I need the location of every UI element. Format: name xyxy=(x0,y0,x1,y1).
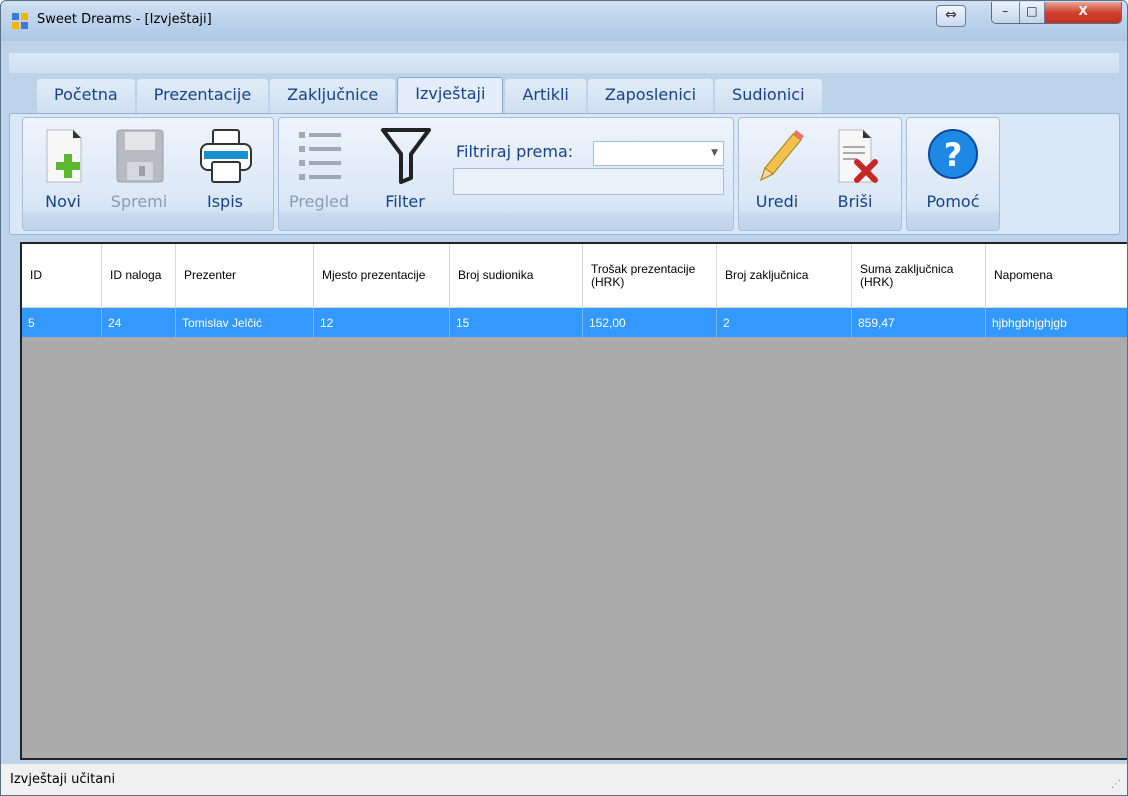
tab-prezentacije[interactable]: Prezentacije xyxy=(136,79,269,113)
column-header-order-id[interactable]: ID naloga xyxy=(102,244,176,308)
new-document-icon xyxy=(33,124,93,188)
help-button[interactable]: ? Pomoć xyxy=(923,124,983,220)
column-header-note[interactable]: Napomena xyxy=(986,244,1127,308)
window-controls: – □ X xyxy=(991,2,1122,24)
column-header-location[interactable]: Mjesto prezentacije xyxy=(314,244,450,308)
main-window: Sweet Dreams - [Izvještaji] ⇔ – □ X Poče… xyxy=(0,0,1128,796)
cell-id[interactable]: 5 xyxy=(22,308,102,337)
print-button-label: Ispis xyxy=(207,192,243,211)
tab-pocetna[interactable]: Početna xyxy=(37,79,135,113)
reports-grid[interactable]: ID ID naloga Prezenter Mjesto prezentaci… xyxy=(20,242,1127,760)
cell-contracts-count[interactable]: 2 xyxy=(717,308,852,337)
preview-button-label: Pregled xyxy=(289,192,350,211)
tab-zakljucnice[interactable]: Zaključnice xyxy=(270,79,396,113)
delete-button-label: Briši xyxy=(837,192,873,211)
delete-document-icon xyxy=(825,124,885,188)
maximize-button[interactable]: □ xyxy=(1019,2,1046,23)
cell-location[interactable]: 12 xyxy=(314,308,450,337)
window-title: Sweet Dreams - [Izvještaji] xyxy=(37,12,212,27)
status-text: Izvještaji učitani xyxy=(10,772,116,787)
list-icon xyxy=(289,124,349,188)
cell-contracts-sum[interactable]: 859,47 xyxy=(852,308,986,337)
printer-icon xyxy=(195,124,255,188)
chevron-down-icon[interactable]: ▼ xyxy=(711,148,718,158)
print-button[interactable]: Ispis xyxy=(195,124,255,220)
close-button[interactable]: X xyxy=(1045,2,1121,23)
save-button[interactable]: Spremi xyxy=(109,124,169,220)
new-button[interactable]: Novi xyxy=(33,124,93,220)
cell-cost[interactable]: 152,00 xyxy=(583,308,717,337)
column-header-presenter[interactable]: Prezenter xyxy=(176,244,314,308)
filter-button-label: Filter xyxy=(385,192,425,211)
column-header-contracts-count[interactable]: Broj zaključnica xyxy=(717,244,852,308)
app-icon[interactable] xyxy=(12,13,28,29)
column-header-id[interactable]: ID xyxy=(22,244,102,308)
ribbon-group-edit: Uredi Briši xyxy=(738,117,902,231)
svg-text:?: ? xyxy=(944,136,963,174)
table-row[interactable]: 5 24 Tomislav Jelčić 12 15 152,00 2 859,… xyxy=(22,308,1127,337)
filter-by-label: Filtriraj prema: xyxy=(456,142,574,161)
cell-participants[interactable]: 15 xyxy=(450,308,583,337)
cell-order-id[interactable]: 24 xyxy=(102,308,176,337)
edit-button[interactable]: Uredi xyxy=(747,124,807,220)
restore-arrows-button[interactable]: ⇔ xyxy=(936,5,966,27)
filter-by-combobox[interactable]: ▼ xyxy=(593,141,724,166)
ribbon-tabs: Početna Prezentacije Zaključnice Izvješt… xyxy=(37,77,824,113)
help-button-label: Pomoć xyxy=(926,192,980,211)
ribbon-group-help: ? Pomoć xyxy=(906,117,1000,231)
help-icon: ? xyxy=(923,124,983,188)
tab-izvjestaji[interactable]: Izvještaji xyxy=(397,77,504,113)
resize-grip-icon[interactable]: ⋰ xyxy=(1111,779,1121,790)
grid-header: ID ID naloga Prezenter Mjesto prezentaci… xyxy=(22,244,1127,308)
funnel-icon xyxy=(375,124,435,188)
menu-strip xyxy=(9,53,1119,73)
tab-sudionici[interactable]: Sudionici xyxy=(715,79,822,113)
column-header-cost[interactable]: Trošak prezentacije (HRK) xyxy=(583,244,717,308)
column-header-contracts-sum[interactable]: Suma zaključnica (HRK) xyxy=(852,244,986,308)
delete-button[interactable]: Briši xyxy=(825,124,885,220)
column-header-participants[interactable]: Broj sudionika xyxy=(450,244,583,308)
tab-zaposlenici[interactable]: Zaposlenici xyxy=(587,79,714,113)
cell-presenter[interactable]: Tomislav Jelčić xyxy=(176,308,314,337)
filter-text-input[interactable] xyxy=(453,168,724,195)
new-button-label: Novi xyxy=(45,192,81,211)
ribbon-group-document: Novi Spremi Ispis xyxy=(22,117,274,231)
tab-artikli[interactable]: Artikli xyxy=(505,79,586,113)
status-bar: Izvještaji učitani ⋰ xyxy=(1,763,1127,795)
minimize-button[interactable]: – xyxy=(992,2,1020,23)
save-button-label: Spremi xyxy=(110,192,168,211)
filter-button[interactable]: Filter xyxy=(375,124,435,220)
edit-button-label: Uredi xyxy=(755,192,799,211)
floppy-disk-icon xyxy=(109,124,169,188)
title-bar[interactable]: Sweet Dreams - [Izvještaji] ⇔ – □ X xyxy=(1,1,1127,41)
cell-note[interactable]: hjbhgbhjghjgb xyxy=(986,308,1127,337)
preview-button[interactable]: Pregled xyxy=(289,124,349,220)
pencil-icon xyxy=(747,124,807,188)
